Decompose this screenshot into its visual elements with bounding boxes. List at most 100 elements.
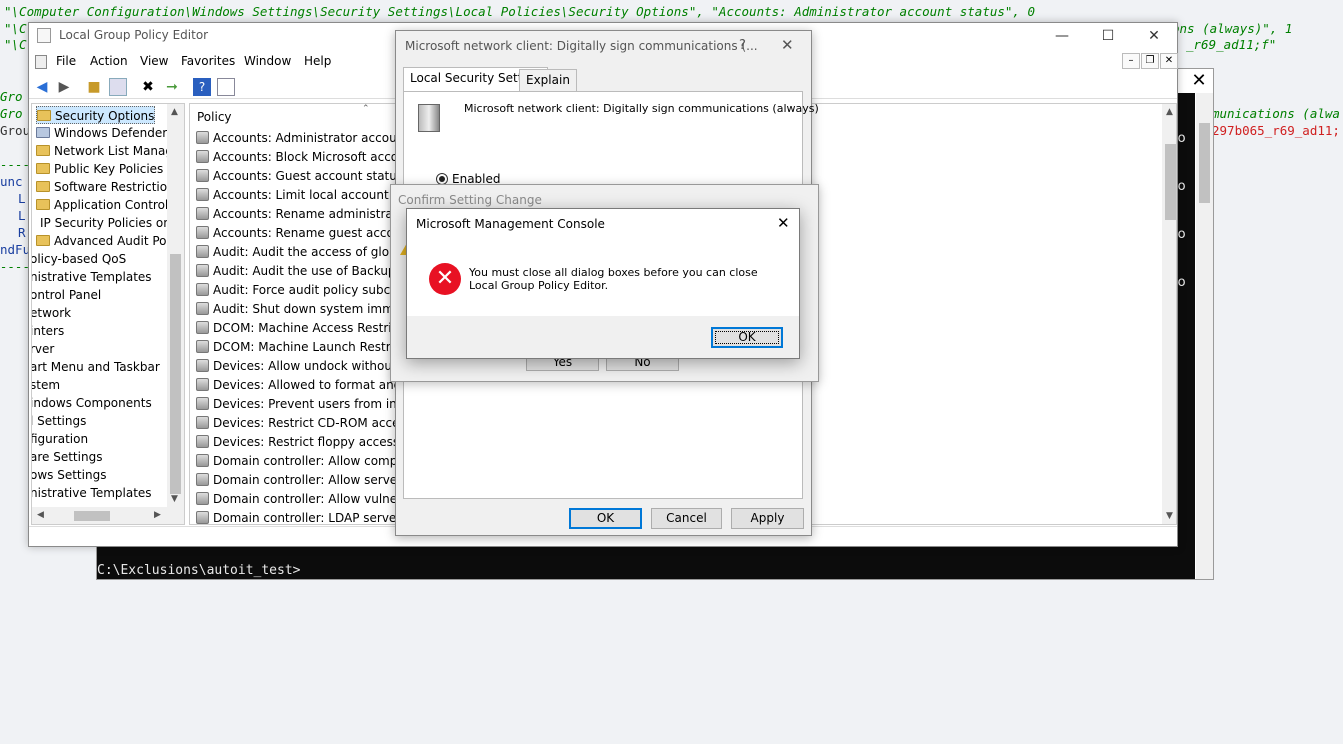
tree-item[interactable]: inters (32, 322, 64, 340)
tree-pane[interactable]: Security Options Windows Defender Firev … (31, 103, 185, 525)
table-row[interactable]: Accounts: Rename administrator (196, 205, 410, 224)
console-scrollbar[interactable] (1196, 93, 1213, 579)
menu-window[interactable]: Window (244, 54, 291, 68)
mdi-restore-icon[interactable]: ❐ (1141, 53, 1159, 69)
menu-help[interactable]: Help (304, 54, 331, 68)
tree-item[interactable]: Windows Defender Firev (36, 124, 184, 142)
table-row[interactable]: Devices: Prevent users from installi (196, 395, 425, 414)
policy-name: Audit: Force audit policy subcateg (213, 283, 418, 297)
up-folder-icon[interactable]: ■ (85, 78, 103, 96)
maximize-icon[interactable]: ☐ (1085, 23, 1131, 49)
code-gutter: Gro (0, 106, 23, 121)
table-row[interactable]: Accounts: Guest account status (196, 167, 403, 186)
console-scroll-thumb[interactable] (1199, 123, 1210, 203)
tree-item[interactable]: Application Control Poli (36, 196, 184, 214)
close-icon[interactable]: ✕ (777, 214, 790, 232)
scroll-down-icon[interactable]: ▼ (1166, 511, 1173, 521)
tree-item[interactable]: nistrative Templates (32, 268, 152, 286)
table-row[interactable]: Domain controller: Allow compute (196, 452, 417, 471)
tree-item[interactable]: figuration (32, 430, 88, 448)
close-icon[interactable]: ✕ (1131, 23, 1177, 49)
tree-vertical-scrollbar[interactable]: ▲ ▼ (167, 104, 184, 507)
tree-item[interactable]: ows Settings (32, 466, 106, 484)
tree-scroll-thumb[interactable] (170, 254, 181, 494)
policy-name: Accounts: Rename administrator (213, 207, 410, 221)
tree-item[interactable]: nistrative Templates (32, 484, 152, 502)
scroll-right-icon[interactable]: ▶ (154, 510, 161, 520)
table-row[interactable]: Accounts: Limit local account use (196, 186, 414, 205)
ok-button[interactable]: OK (711, 327, 783, 348)
table-row[interactable]: Audit: Force audit policy subcateg (196, 281, 417, 300)
tree-hscroll-thumb[interactable] (74, 511, 110, 521)
table-row[interactable]: Domain controller: Allow server op (196, 471, 421, 490)
policy-name: DCOM: Machine Access Restrictio (213, 321, 414, 335)
tree-item[interactable]: Software Restriction Poli (36, 178, 184, 196)
scroll-left-icon[interactable]: ◀ (37, 510, 44, 520)
table-row[interactable]: Domain controller: LDAP server cha (196, 509, 427, 524)
code-line: ons (always)", 1 (1172, 21, 1293, 36)
console-close-icon[interactable]: ✕ (1187, 71, 1211, 91)
table-row[interactable]: Accounts: Block Microsoft account (196, 148, 418, 167)
policy-icon (196, 454, 209, 467)
export-list-icon[interactable]: ➞ (163, 78, 181, 96)
menu-action[interactable]: Action (90, 54, 128, 68)
show-hide-tree-icon[interactable] (109, 78, 127, 96)
tree-item-security-options[interactable]: Security Options (36, 106, 156, 124)
policy-name: DCOM: Machine Launch Restrictio (213, 340, 416, 354)
tree-item[interactable]: Advanced Audit Policy C (36, 232, 184, 250)
scroll-up-icon[interactable]: ▲ (171, 107, 178, 117)
back-arrow-icon[interactable]: ◀ (33, 78, 51, 96)
tree-item[interactable]: indows Components (32, 394, 152, 412)
policy-icon (196, 492, 209, 505)
tree-item[interactable]: are Settings (32, 448, 102, 466)
table-row[interactable]: Audit: Audit the use of Backup an (196, 262, 414, 281)
tree-item[interactable]: etwork (32, 304, 71, 322)
tree-item[interactable]: ontrol Panel (32, 286, 101, 304)
tab-explain[interactable]: Explain (519, 69, 577, 91)
minimize-icon[interactable]: — (1039, 23, 1085, 49)
tree-horizontal-scrollbar[interactable]: ◀ ▶ (32, 507, 184, 524)
tree-item[interactable]: stem (32, 376, 60, 394)
table-row[interactable]: DCOM: Machine Access Restrictio (196, 319, 414, 338)
mmc-error-dialog[interactable]: Microsoft Management Console ✕ ✕ You mus… (406, 208, 800, 359)
help-icon[interactable]: ? (739, 38, 746, 53)
column-header-policy[interactable]: Policy (197, 110, 232, 124)
list-scroll-thumb[interactable] (1165, 144, 1176, 220)
scroll-up-icon[interactable]: ▲ (1166, 107, 1173, 117)
ok-button[interactable]: OK (569, 508, 642, 529)
policy-name: Accounts: Limit local account use (213, 188, 414, 202)
table-row[interactable]: Devices: Restrict CD-ROM access to (196, 414, 428, 433)
table-row[interactable]: Audit: Audit the access of global s (196, 243, 417, 262)
apply-button[interactable]: Apply (731, 508, 804, 529)
mdi-close-icon[interactable]: ✕ (1160, 53, 1178, 69)
tree-item[interactable]: olicy-based QoS (32, 250, 126, 268)
tree-item[interactable]: rver (32, 340, 54, 358)
mdi-minimize-icon[interactable]: – (1122, 53, 1140, 69)
delete-icon[interactable]: ✖ (139, 78, 157, 96)
cancel-button[interactable]: Cancel (651, 508, 722, 529)
policy-icon (196, 226, 209, 239)
menu-favorites[interactable]: Favorites (181, 54, 235, 68)
table-row[interactable]: Devices: Allow undock without ha (196, 357, 415, 376)
code-gutter: ---- (0, 259, 31, 274)
help-icon[interactable]: ? (193, 78, 211, 96)
table-row[interactable]: DCOM: Machine Launch Restrictio (196, 338, 416, 357)
list-vertical-scrollbar[interactable]: ▲ ▼ (1162, 104, 1176, 524)
properties-icon[interactable] (217, 78, 235, 96)
menu-file[interactable]: File (56, 54, 76, 68)
tree-item[interactable]: Network List Manager P (36, 142, 184, 160)
tree-item[interactable]: art Menu and Taskbar (32, 358, 160, 376)
dialog-footer: OK (407, 316, 799, 358)
close-icon[interactable]: ✕ (781, 36, 794, 54)
policy-name: Accounts: Rename guest account (213, 226, 414, 240)
menu-view[interactable]: View (140, 54, 168, 68)
table-row[interactable]: Accounts: Rename guest account (196, 224, 414, 243)
tree-item[interactable]: l Settings (32, 412, 86, 430)
table-row[interactable]: Domain controller: Allow vulnerabl (196, 490, 420, 509)
tree-item[interactable]: Public Key Policies (36, 160, 163, 178)
tree-item[interactable]: IP Security Policies on Lo (32, 214, 184, 232)
table-row[interactable]: Audit: Shut down system immedi (196, 300, 412, 319)
table-row[interactable]: Accounts: Administrator account st (196, 129, 424, 148)
scroll-down-icon[interactable]: ▼ (171, 494, 178, 504)
forward-arrow-icon[interactable]: ▶ (55, 78, 73, 96)
